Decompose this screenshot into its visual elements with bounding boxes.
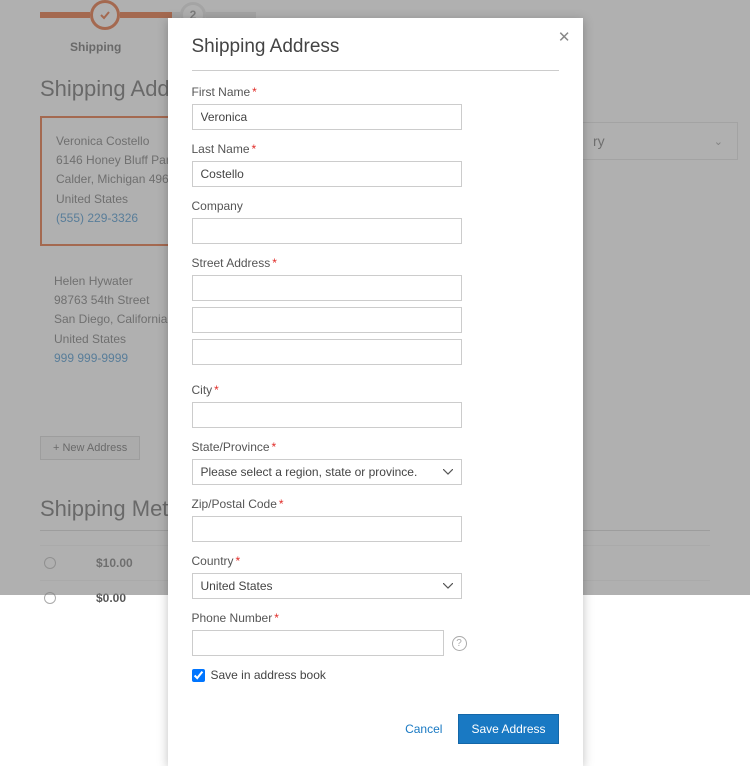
phone-label: Phone Number* bbox=[192, 611, 559, 625]
save-address-button[interactable]: Save Address bbox=[458, 714, 558, 744]
zip-label: Zip/Postal Code* bbox=[192, 497, 559, 511]
cancel-button[interactable]: Cancel bbox=[405, 722, 442, 736]
close-icon[interactable]: ✕ bbox=[558, 28, 571, 46]
state-select[interactable]: Please select a region, state or provinc… bbox=[192, 459, 462, 485]
country-select[interactable]: United States bbox=[192, 573, 462, 599]
last-name-label: Last Name* bbox=[192, 142, 559, 156]
street-label: Street Address* bbox=[192, 256, 559, 270]
first-name-input[interactable] bbox=[192, 104, 462, 130]
street-input-2[interactable] bbox=[192, 307, 462, 333]
modal-overlay: ✕ Shipping Address First Name* Last Name… bbox=[0, 0, 750, 595]
modal-title: Shipping Address bbox=[192, 36, 559, 71]
save-address-book-label: Save in address book bbox=[211, 668, 326, 682]
phone-input[interactable] bbox=[192, 630, 444, 656]
city-label: City* bbox=[192, 383, 559, 397]
country-label: Country* bbox=[192, 554, 559, 568]
company-label: Company bbox=[192, 199, 559, 213]
last-name-input[interactable] bbox=[192, 161, 462, 187]
help-icon[interactable]: ? bbox=[452, 636, 467, 651]
city-input[interactable] bbox=[192, 402, 462, 428]
shipping-address-modal: ✕ Shipping Address First Name* Last Name… bbox=[168, 18, 583, 766]
street-input-3[interactable] bbox=[192, 339, 462, 365]
zip-input[interactable] bbox=[192, 516, 462, 542]
street-input-1[interactable] bbox=[192, 275, 462, 301]
company-input[interactable] bbox=[192, 218, 462, 244]
first-name-label: First Name* bbox=[192, 85, 559, 99]
state-label: State/Province* bbox=[192, 440, 559, 454]
save-address-book-checkbox[interactable] bbox=[192, 669, 205, 682]
